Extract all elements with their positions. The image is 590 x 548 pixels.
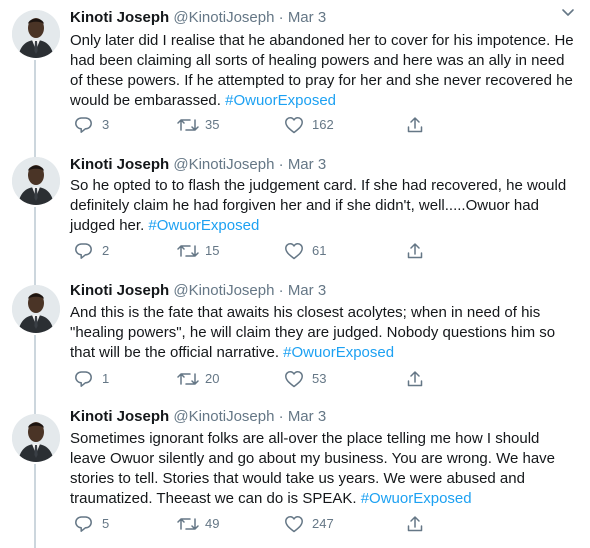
author-handle[interactable]: @KinotiJoseph: [173, 156, 274, 173]
separator: ·: [278, 156, 284, 173]
heart-icon: [285, 371, 303, 388]
share-icon: [407, 516, 423, 532]
hashtag-link[interactable]: #OwuorExposed: [283, 344, 394, 361]
retweet-count: 49: [205, 516, 220, 531]
author-name[interactable]: Kinoti Joseph: [70, 156, 169, 173]
tweet-actions: 1 20 53: [70, 369, 490, 389]
like-count: 162: [312, 117, 334, 132]
separator: ·: [278, 9, 284, 26]
tweet-header: Kinoti Joseph @KinotiJoseph · Mar 3: [70, 155, 326, 175]
thread-line: [34, 335, 36, 404]
reply-count: 2: [102, 243, 110, 258]
retweet-icon: [177, 373, 199, 385]
avatar[interactable]: [12, 285, 60, 333]
chevron-down-icon[interactable]: [560, 4, 576, 20]
thread-line: [34, 275, 36, 285]
tweet-text: Only later did I realise that he abandon…: [70, 31, 576, 111]
author-handle[interactable]: @KinotiJoseph: [173, 9, 274, 26]
like-count: 53: [312, 371, 327, 386]
separator: ·: [278, 282, 284, 299]
tweet[interactable]: Kinoti Joseph @KinotiJoseph · Mar 3 Only…: [0, 0, 590, 147]
share-icon: [407, 117, 423, 133]
tweet-actions: 5 49 247: [70, 514, 490, 534]
retweet-count: 15: [205, 243, 220, 258]
reply-icon: [75, 117, 92, 133]
tweet[interactable]: Kinoti Joseph @KinotiJoseph · Mar 3 So h…: [0, 147, 590, 275]
heart-icon: [285, 243, 303, 260]
heart-icon: [285, 516, 303, 533]
share-icon: [407, 243, 423, 259]
thread-line: [34, 147, 36, 157]
tweet-body: So he opted to to flash the judgement ca…: [70, 177, 567, 234]
avatar[interactable]: [12, 10, 60, 58]
retweet-icon: [177, 518, 199, 530]
thread-line: [34, 464, 36, 548]
like-count: 61: [312, 243, 327, 258]
avatar[interactable]: [12, 414, 60, 462]
tweet-header: Kinoti Joseph @KinotiJoseph · Mar 3: [70, 407, 326, 427]
hashtag-link[interactable]: #OwuorExposed: [225, 92, 336, 109]
reply-count: 5: [102, 516, 110, 531]
tweet-text: So he opted to to flash the judgement ca…: [70, 176, 576, 236]
reply-icon: [75, 516, 92, 532]
author-name[interactable]: Kinoti Joseph: [70, 408, 169, 425]
heart-icon: [285, 117, 303, 134]
tweet[interactable]: Kinoti Joseph @KinotiJoseph · Mar 3 And …: [0, 275, 590, 404]
thread-line: [34, 60, 36, 147]
hashtag-link[interactable]: #OwuorExposed: [361, 490, 472, 507]
retweet-icon: [177, 245, 199, 257]
reply-icon: [75, 243, 92, 259]
share-icon: [407, 371, 423, 387]
retweet-icon: [177, 119, 199, 131]
tweet-text: Sometimes ignorant folks are all-over th…: [70, 429, 576, 509]
tweet-thread: Kinoti Joseph @KinotiJoseph · Mar 3 Only…: [0, 0, 590, 548]
tweet-actions: 3 35 162: [70, 115, 490, 135]
tweet-date[interactable]: Mar 3: [288, 156, 326, 173]
thread-line: [34, 207, 36, 275]
author-name[interactable]: Kinoti Joseph: [70, 9, 169, 26]
author-name[interactable]: Kinoti Joseph: [70, 282, 169, 299]
retweet-count: 35: [205, 117, 220, 132]
thread-line: [34, 404, 36, 414]
avatar[interactable]: [12, 157, 60, 205]
retweet-count: 20: [205, 371, 220, 386]
tweet-text: And this is the fate that awaits his clo…: [70, 303, 576, 363]
author-handle[interactable]: @KinotiJoseph: [173, 282, 274, 299]
like-count: 247: [312, 516, 334, 531]
tweet-date[interactable]: Mar 3: [288, 9, 326, 26]
tweet-date[interactable]: Mar 3: [288, 408, 326, 425]
tweet-actions: 2 15 61: [70, 241, 490, 261]
reply-icon: [75, 371, 92, 387]
separator: ·: [278, 408, 284, 425]
hashtag-link[interactable]: #OwuorExposed: [148, 217, 259, 234]
reply-count: 3: [102, 117, 110, 132]
tweet[interactable]: Kinoti Joseph @KinotiJoseph · Mar 3 Some…: [0, 404, 590, 548]
tweet-header: Kinoti Joseph @KinotiJoseph · Mar 3: [70, 8, 326, 28]
tweet-header: Kinoti Joseph @KinotiJoseph · Mar 3: [70, 281, 326, 301]
tweet-body: Sometimes ignorant folks are all-over th…: [70, 430, 556, 507]
author-handle[interactable]: @KinotiJoseph: [173, 408, 274, 425]
reply-count: 1: [102, 371, 110, 386]
tweet-date[interactable]: Mar 3: [288, 282, 326, 299]
